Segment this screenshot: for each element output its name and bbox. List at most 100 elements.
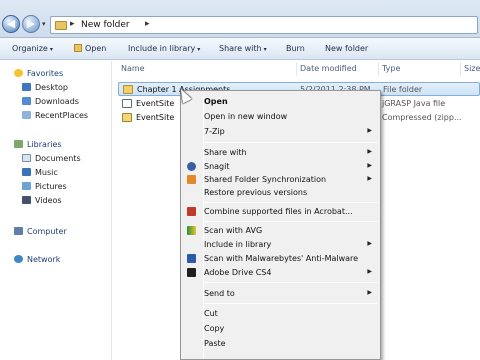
network-icon [14,255,23,263]
menu-item-open-in-new-window[interactable]: Open in new window [183,110,378,123]
nav-pictures-label: Pictures [35,182,67,191]
menu-item-adobe-drive[interactable]: Adobe Drive CS4 ▶ [183,266,378,279]
nav-libraries[interactable]: Libraries [14,140,62,149]
burn-button[interactable]: Burn [286,44,305,53]
nav-favorites-label: Favorites [27,69,64,78]
nav-computer[interactable]: Computer [14,227,67,236]
column-divider[interactable] [296,62,297,76]
sync-icon [187,175,196,184]
menu-item-cut[interactable]: Cut [183,307,378,320]
menu-item-label: Send to [204,289,235,298]
back-button[interactable]: ◀ [2,15,20,33]
file-name: EventSite [136,99,175,108]
nav-recentplaces[interactable]: RecentPlaces [22,111,88,120]
desktop-icon [22,83,31,91]
menu-item-label: Combine supported files in Acrobat... [204,207,353,216]
column-divider[interactable] [378,62,379,76]
java-file-icon [122,99,132,108]
column-header-size[interactable]: Size [464,64,480,73]
breadcrumb-new-folder[interactable]: New folder [81,20,130,30]
computer-icon [14,227,23,235]
menu-item-label: Include in library [204,240,272,249]
recent-places-icon [22,111,31,119]
nav-pictures[interactable]: Pictures [22,182,67,191]
column-header-name[interactable]: Name [121,64,145,73]
nav-desktop-label: Desktop [35,83,68,92]
nav-documents[interactable]: Documents [22,154,81,163]
submenu-arrow-icon: ▶ [367,127,372,134]
share-with-label: Share with [219,44,262,53]
menu-item-share-with[interactable]: Share with ▶ [183,146,378,159]
menu-item-scan-malwarebytes[interactable]: Scan with Malwarebytes' Anti-Malware [183,252,378,265]
submenu-arrow-icon: ▶ [367,240,372,247]
downloads-icon [22,97,31,105]
nav-favorites[interactable]: Favorites [14,69,63,78]
menu-item-copy[interactable]: Copy [183,322,378,335]
organize-label: Organize [12,44,48,53]
menu-item-combine-acrobat[interactable]: Combine supported files in Acrobat... [183,205,378,218]
menu-item-send-to[interactable]: Send to ▶ [183,287,378,300]
open-button[interactable]: Open [74,44,106,53]
submenu-arrow-icon: ▶ [367,162,372,169]
new-folder-button[interactable]: New folder [325,44,368,53]
menu-item-label: 7-Zip [204,127,225,136]
nav-music-label: Music [35,168,58,177]
nav-documents-label: Documents [35,154,81,163]
nav-computer-label: Computer [27,227,67,236]
nav-videos-label: Videos [35,196,62,205]
menu-item-restore-previous-versions[interactable]: Restore previous versions [183,186,378,199]
column-header-type[interactable]: Type [382,64,400,73]
menu-item-label: Adobe Drive CS4 [204,268,272,277]
star-icon [14,69,23,77]
folder-icon [123,85,133,94]
menu-item-snagit[interactable]: Snagit ▶ [183,160,378,173]
forward-button[interactable]: ▶ [22,15,40,33]
libraries-icon [14,140,23,148]
breadcrumb-separator[interactable]: ▸ [145,19,150,29]
context-menu: Open Open in new window 7-Zip ▶ Share wi… [180,90,381,360]
nav-recentplaces-label: RecentPlaces [35,111,89,120]
organize-button[interactable]: Organize ▾ [12,44,53,53]
command-bar: Organize ▾ Open Include in library ▾ Share… [0,38,480,60]
nav-downloads[interactable]: Downloads [22,97,79,106]
recent-pages-dropdown[interactable]: ▾ [42,20,46,28]
nav-network[interactable]: Network [14,255,60,264]
menu-separator [205,282,377,283]
menu-item-label: Open [204,97,228,106]
menu-item-paste[interactable]: Paste [183,337,378,350]
submenu-arrow-icon: ▶ [367,289,372,296]
file-name: EventSite [136,113,175,122]
menu-item-label: Share with [204,148,247,157]
menu-item-7zip[interactable]: 7-Zip ▶ [183,125,378,138]
address-field[interactable]: ▸ New folder ▸ [50,16,478,34]
include-in-library-button[interactable]: Include in library ▾ [128,44,200,53]
nav-videos[interactable]: Videos [22,196,62,205]
column-divider[interactable] [460,62,461,76]
nav-desktop[interactable]: Desktop [22,83,68,92]
menu-item-scan-avg[interactable]: Scan with AVG [183,224,378,237]
column-header-date-modified[interactable]: Date modified [300,64,357,73]
menu-separator [205,202,377,203]
open-folder-icon [74,44,82,52]
documents-icon [22,154,31,162]
music-icon [22,168,31,176]
menu-item-label: Copy [204,324,225,333]
breadcrumb-separator[interactable]: ▸ [70,19,75,29]
file-type: jGRASP Java file [382,99,446,108]
acrobat-icon [187,207,196,216]
nav-music[interactable]: Music [22,168,58,177]
menu-separator [205,142,377,143]
menu-item-label: Scan with Malwarebytes' Anti-Malware [204,254,359,263]
menu-item-shared-folder-sync[interactable]: Shared Folder Synchronization ▶ [183,173,378,186]
menu-item-label: Cut [204,309,218,318]
submenu-arrow-icon: ▶ [367,175,372,182]
include-in-library-label: Include in library [128,44,196,53]
menu-item-include-in-library[interactable]: Include in library ▶ [183,238,378,251]
videos-icon [22,196,31,204]
share-with-button[interactable]: Share with ▾ [219,44,267,53]
menu-item-open[interactable]: Open [183,95,378,108]
submenu-arrow-icon: ▶ [367,268,372,275]
pictures-icon [22,182,31,190]
navigation-pane: Favorites Desktop Downloads RecentPlaces… [0,61,112,360]
nav-libraries-label: Libraries [27,140,62,149]
